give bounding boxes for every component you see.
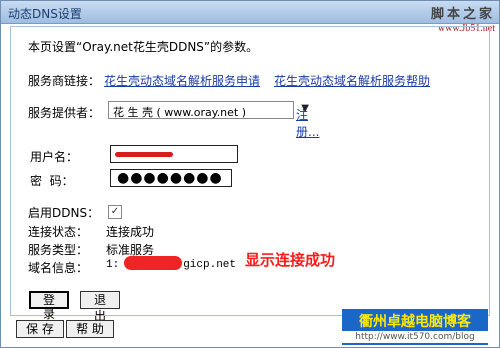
provider-label: 服务提供者：	[28, 106, 101, 120]
redacted-username	[115, 152, 173, 157]
login-button[interactable]: 登 录	[29, 291, 69, 321]
intro-text: 本页设置“Oray.net花生壳DDNS”的参数。	[28, 40, 259, 54]
connection-status-label: 连接状态：	[28, 225, 89, 239]
title-bar: 动态DNS设置 脚本之家 www.Jb51.net	[1, 1, 499, 34]
provider-selected-value: 花 生 壳 ( www.oray.net )	[113, 106, 247, 119]
ddns-apply-link[interactable]: 花生壳动态域名解析服务申请	[104, 74, 260, 88]
redacted-domain	[124, 256, 182, 270]
exit-button[interactable]: 退 出	[80, 291, 120, 323]
enable-ddns-label: 启用DDNS：	[28, 206, 100, 220]
service-links-label: 服务商链接：	[28, 74, 101, 88]
service-links-row: 服务商链接： 花生壳动态域名解析服务申请 花生壳动态域名解析服务帮助	[28, 72, 430, 89]
success-annotation: 显示连接成功	[245, 251, 336, 269]
password-value: ●●●●●●●●	[117, 170, 223, 186]
domain-prefix: 1:	[106, 259, 120, 271]
service-type-label: 服务类型：	[28, 243, 89, 257]
enable-ddns-checkbox[interactable]: ✓	[108, 205, 122, 219]
username-input[interactable]	[110, 145, 238, 163]
provider-select[interactable]: 花 生 壳 ( www.oray.net ) ▼	[108, 101, 309, 119]
help-button[interactable]: 帮 助	[66, 320, 114, 338]
window-title: 动态DNS设置	[8, 7, 82, 21]
ddns-help-link[interactable]: 花生壳动态域名解析服务帮助	[274, 74, 430, 88]
domain-info-label: 域名信息：	[28, 261, 89, 275]
watermark-title: 脚本之家	[430, 7, 495, 22]
password-input[interactable]: ●●●●●●●●	[110, 169, 232, 187]
connection-status-value: 连接成功	[106, 225, 155, 239]
register-link[interactable]: 注册...	[296, 106, 319, 140]
blog-brand-watermark: 衢州卓越电脑博客 http://www.it570.com/blog	[342, 309, 488, 345]
brand-url: http://www.it570.com/blog	[342, 331, 488, 343]
domain-suffix: gicp.net	[183, 259, 237, 271]
brand-name: 衢州卓越电脑博客	[359, 314, 471, 330]
save-button[interactable]: 保 存	[16, 320, 64, 338]
password-label: 密 码：	[30, 174, 74, 188]
username-label: 用户名：	[30, 150, 79, 164]
